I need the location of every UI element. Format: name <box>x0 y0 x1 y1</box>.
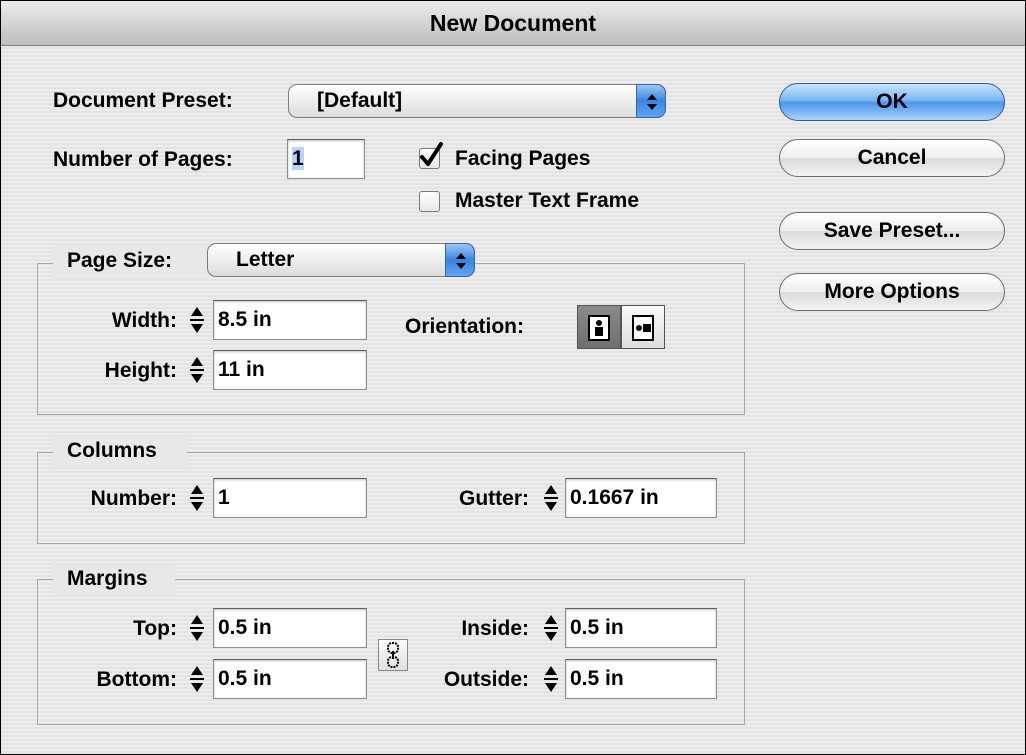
page-size-value: Letter <box>236 248 295 271</box>
document-preset-select[interactable]: [Default] <box>288 84 666 118</box>
margins-title: Margins <box>67 567 148 590</box>
checkmark-icon <box>420 142 443 166</box>
link-margins-button[interactable] <box>378 639 408 671</box>
ok-button[interactable]: OK <box>779 83 1005 121</box>
bottom-margin-label: Bottom: <box>96 668 177 691</box>
page-size-select[interactable]: Letter <box>207 243 475 277</box>
number-of-pages-field[interactable]: 1 <box>287 139 365 179</box>
height-value: 11 in <box>218 358 265 381</box>
gutter-value: 0.1667 in <box>570 486 659 509</box>
select-arrows-icon <box>636 84 666 118</box>
inside-margin-stepper-icon[interactable] <box>542 613 560 643</box>
height-field[interactable]: 11 in <box>213 350 367 390</box>
width-stepper-icon[interactable] <box>188 305 206 335</box>
bottom-margin-field[interactable]: 0.5 in <box>213 659 367 699</box>
top-margin-label: Top: <box>133 617 177 640</box>
master-text-frame-label[interactable]: Master Text Frame <box>455 187 639 215</box>
height-label: Height: <box>104 359 177 382</box>
master-text-frame-checkbox[interactable] <box>419 191 440 212</box>
outside-margin-value: 0.5 in <box>570 667 624 690</box>
landscape-orientation-button[interactable] <box>621 305 665 349</box>
width-field[interactable]: 8.5 in <box>213 300 367 340</box>
number-of-pages-label: Number of Pages: <box>53 148 233 171</box>
columns-title: Columns <box>67 439 157 462</box>
column-number-value: 1 <box>218 486 230 509</box>
column-number-label: Number: <box>90 487 177 510</box>
save-preset-button[interactable]: Save Preset... <box>779 212 1005 250</box>
more-options-button[interactable]: More Options <box>779 273 1005 311</box>
width-value: 8.5 in <box>218 308 272 331</box>
bottom-margin-value: 0.5 in <box>218 667 272 690</box>
orientation-label: Orientation: <box>405 315 524 338</box>
cancel-button[interactable]: Cancel <box>779 139 1005 177</box>
top-margin-value: 0.5 in <box>218 616 272 639</box>
gutter-label: Gutter: <box>459 487 529 510</box>
outside-margin-field[interactable]: 0.5 in <box>565 659 717 699</box>
outside-margin-stepper-icon[interactable] <box>542 664 560 694</box>
column-number-stepper-icon[interactable] <box>188 483 206 513</box>
portrait-orientation-button[interactable] <box>577 305 621 349</box>
window-title: New Document <box>1 1 1025 46</box>
document-preset-value: [Default] <box>317 89 403 112</box>
bottom-margin-stepper-icon[interactable] <box>188 664 206 694</box>
portrait-icon <box>588 315 610 341</box>
select-arrows-icon <box>445 243 475 277</box>
top-margin-field[interactable]: 0.5 in <box>213 608 367 648</box>
width-label: Width: <box>111 309 177 332</box>
number-of-pages-value: 1 <box>292 147 304 170</box>
inside-margin-label: Inside: <box>461 617 529 640</box>
gutter-field[interactable]: 0.1667 in <box>565 478 717 518</box>
height-stepper-icon[interactable] <box>188 355 206 385</box>
facing-pages-checkbox[interactable] <box>419 142 443 169</box>
chain-link-icon <box>387 642 399 668</box>
inside-margin-field[interactable]: 0.5 in <box>565 608 717 648</box>
outside-margin-label: Outside: <box>443 668 529 691</box>
facing-pages-label[interactable]: Facing Pages <box>455 145 590 173</box>
gutter-stepper-icon[interactable] <box>542 483 560 513</box>
landscape-icon <box>632 315 654 341</box>
document-preset-label: Document Preset: <box>53 89 233 112</box>
inside-margin-value: 0.5 in <box>570 616 624 639</box>
page-size-label: Page Size: <box>67 249 173 272</box>
new-document-dialog: New Document Document Preset: [Default] … <box>0 0 1026 755</box>
top-margin-stepper-icon[interactable] <box>188 613 206 643</box>
column-number-field[interactable]: 1 <box>213 478 367 518</box>
